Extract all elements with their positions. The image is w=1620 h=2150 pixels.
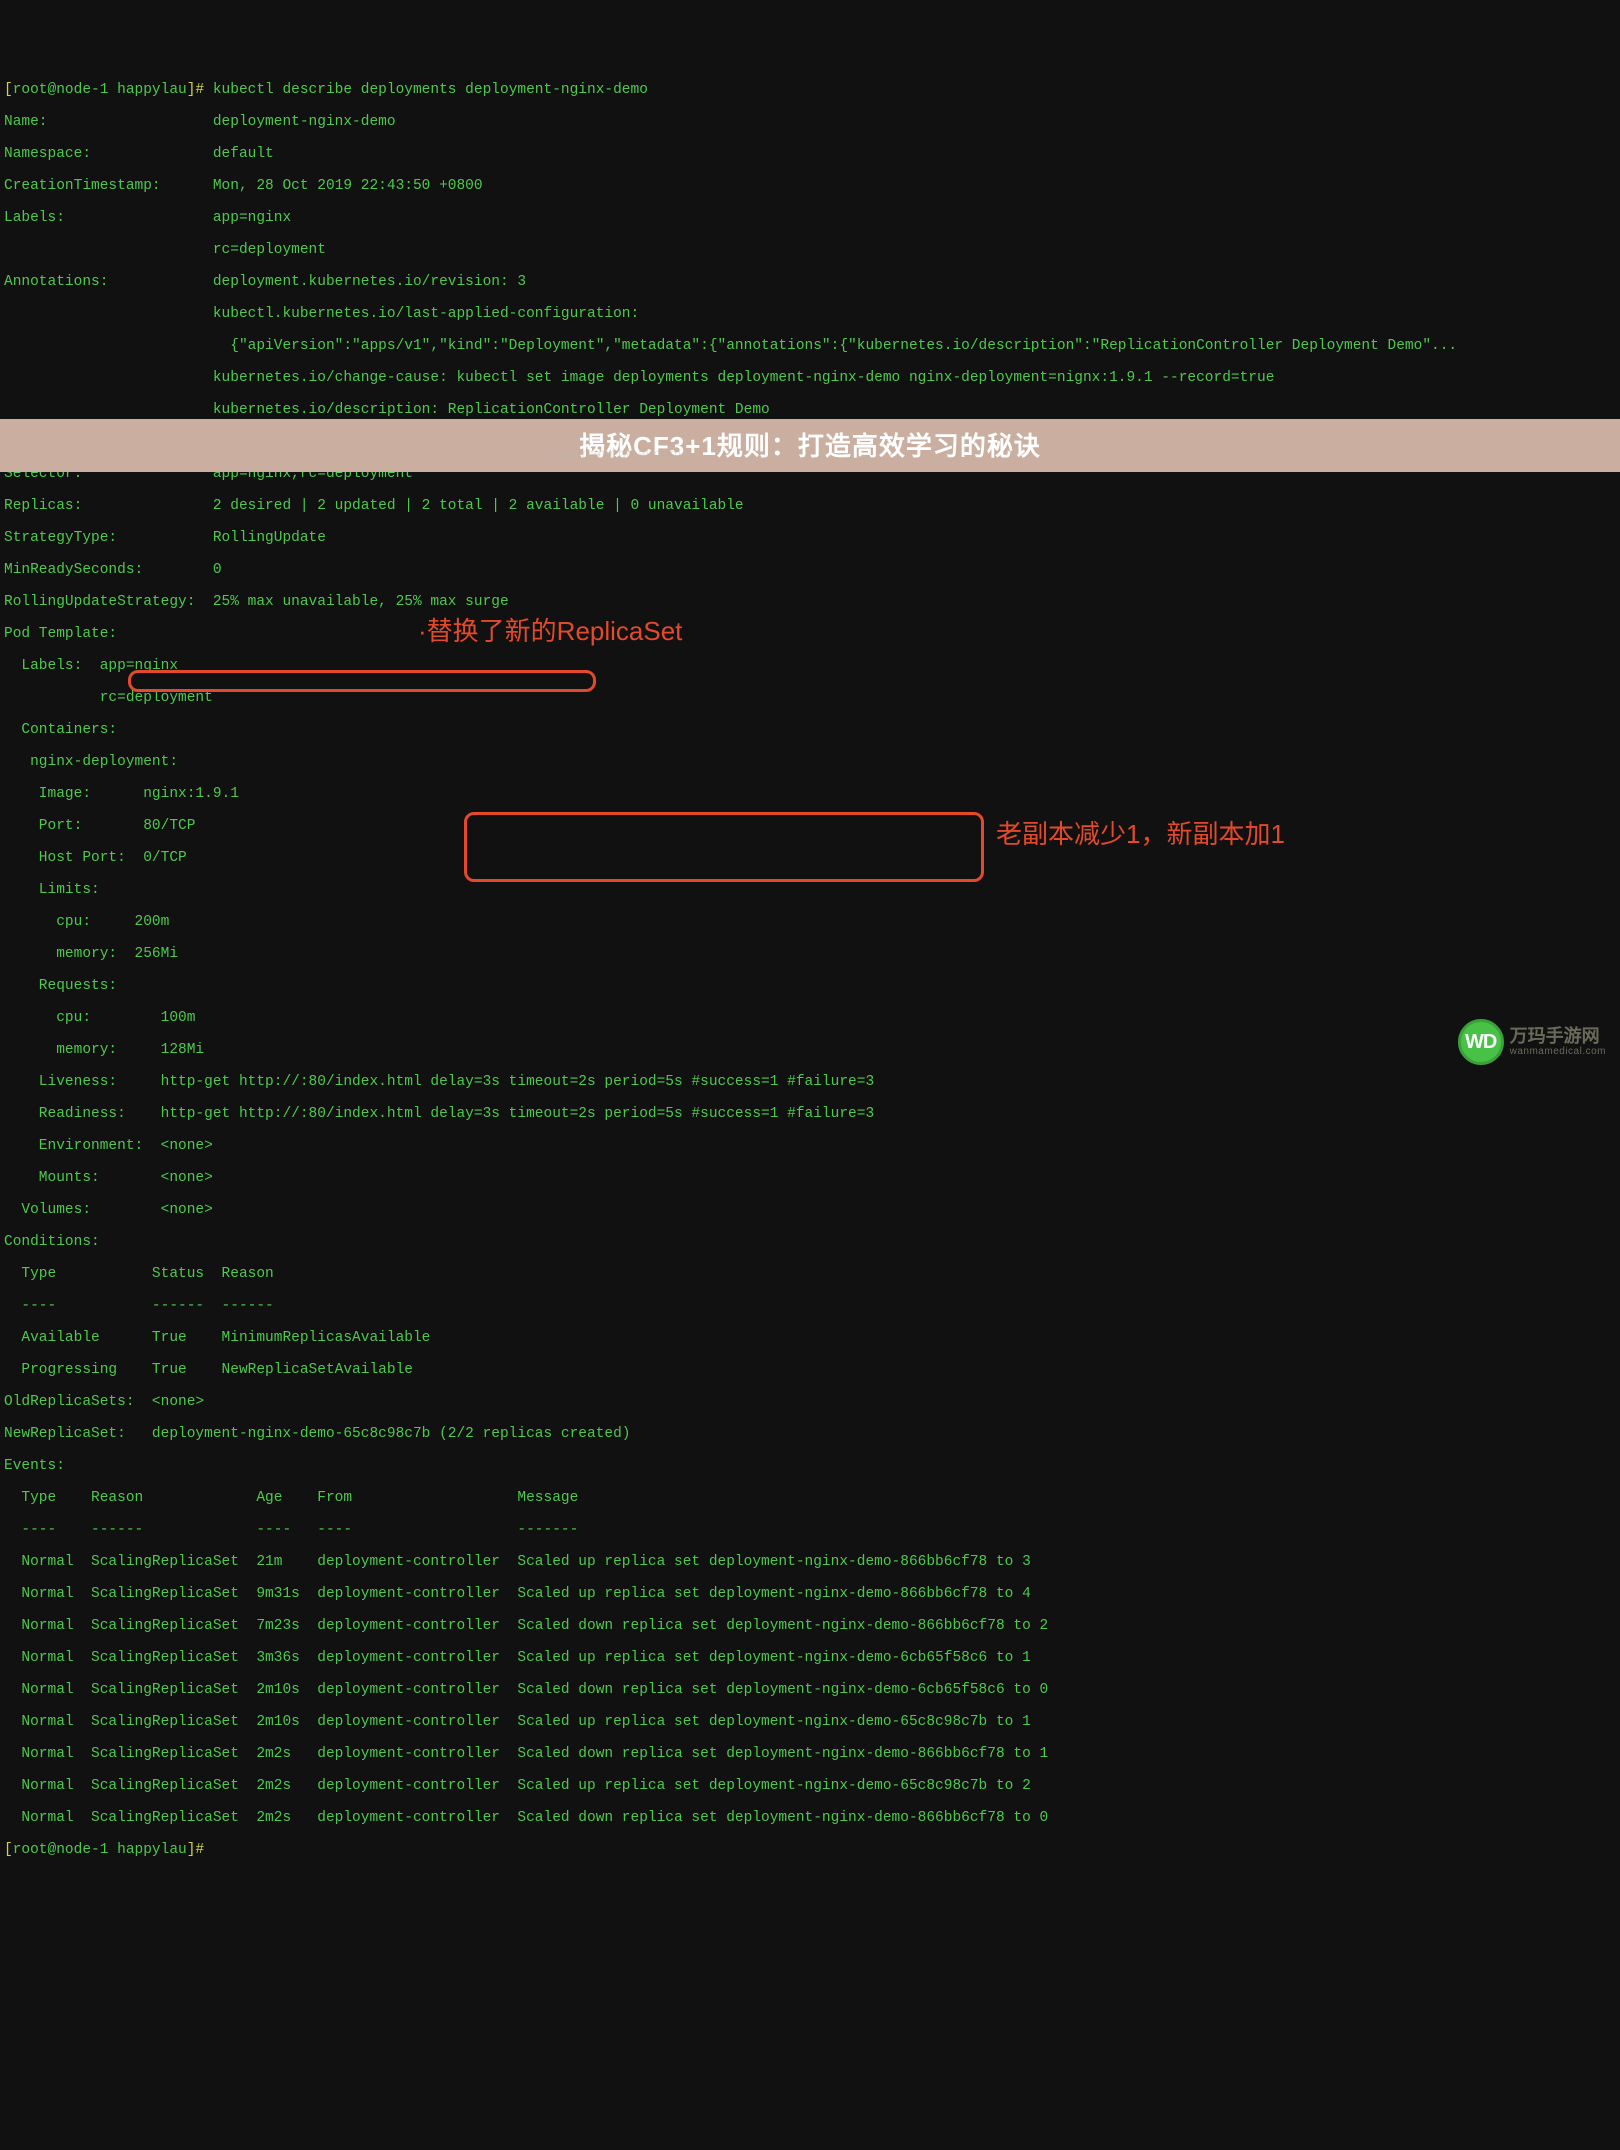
output-line: Conditions: (4, 1234, 1616, 1250)
output-line: Liveness: http-get http://:80/index.html… (4, 1074, 1616, 1090)
prompt-close: ]# (187, 1842, 213, 1858)
output-line: nginx-deployment: (4, 754, 1616, 770)
output-line: Environment: <none> (4, 1138, 1616, 1154)
output-line: Volumes: <none> (4, 1202, 1616, 1218)
output-line: Namespace: default (4, 146, 1616, 162)
output-line: Host Port: 0/TCP (4, 850, 1616, 866)
output-line: memory: 128Mi (4, 1042, 1616, 1058)
output-line: Containers: (4, 722, 1616, 738)
annotation-old-new-replicas: 老副本减少1，新副本加1 (996, 826, 1285, 842)
output-line: Type Reason Age From Message (4, 1490, 1616, 1506)
watermark: WD 万玛手游网 wanmamedical.com (1458, 1019, 1606, 1065)
output-line: Normal ScalingReplicaSet 2m10s deploymen… (4, 1714, 1616, 1730)
output-line: kubectl.kubernetes.io/last-applied-confi… (4, 306, 1616, 322)
annotation-text: 替换了新的ReplicaSet (427, 616, 683, 646)
watermark-text: 万玛手游网 wanmamedical.com (1510, 1027, 1606, 1058)
output-line: ---- ------ ---- ---- ------- (4, 1522, 1616, 1538)
output-line: Available True MinimumReplicasAvailable (4, 1330, 1616, 1346)
output-line: RollingUpdateStrategy: 25% max unavailab… (4, 594, 1616, 610)
terminal[interactable]: [root@node-1 happylau]# kubectl describe… (0, 64, 1620, 1876)
prompt-userhost: root@node-1 happylau (13, 1842, 187, 1858)
output-line: Labels: app=nginx (4, 210, 1616, 226)
output-line: CreationTimestamp: Mon, 28 Oct 2019 22:4… (4, 178, 1616, 194)
output-line: rc=deployment (4, 690, 1616, 706)
output-line: Requests: (4, 978, 1616, 994)
output-line: StrategyType: RollingUpdate (4, 530, 1616, 546)
watermark-cn: 万玛手游网 (1510, 1027, 1606, 1047)
annotation-text: 老副本减少1，新副本加1 (996, 819, 1285, 849)
output-line: MinReadySeconds: 0 (4, 562, 1616, 578)
output-line: ---- ------ ------ (4, 1298, 1616, 1314)
output-line: Normal ScalingReplicaSet 2m2s deployment… (4, 1778, 1616, 1794)
annotation-replace-replicaset: ·替换了新的ReplicaSet (418, 623, 682, 639)
output-line: OldReplicaSets: <none> (4, 1394, 1616, 1410)
output-line: kubernetes.io/description: ReplicationCo… (4, 402, 1616, 418)
faint-watermark: wanmamedical.com (550, 445, 682, 461)
output-line: Normal ScalingReplicaSet 2m10s deploymen… (4, 1682, 1616, 1698)
output-line: Normal ScalingReplicaSet 3m36s deploymen… (4, 1650, 1616, 1666)
output-line: Port: 80/TCP (4, 818, 1616, 834)
output-line: cpu: 200m (4, 914, 1616, 930)
prompt-open: [ (4, 1842, 13, 1858)
output-line: Normal ScalingReplicaSet 2m2s deployment… (4, 1746, 1616, 1762)
output-line: {"apiVersion":"apps/v1","kind":"Deployme… (4, 338, 1616, 354)
output-line: rc=deployment (4, 242, 1616, 258)
output-line: Limits: (4, 882, 1616, 898)
watermark-en: wanmamedical.com (1510, 1046, 1606, 1057)
output-line: kubernetes.io/change-cause: kubectl set … (4, 370, 1616, 386)
output-line: Normal ScalingReplicaSet 2m2s deployment… (4, 1810, 1616, 1826)
output-line: memory: 256Mi (4, 946, 1616, 962)
output-line: Replicas: 2 desired | 2 updated | 2 tota… (4, 498, 1616, 514)
output-line: cpu: 100m (4, 1010, 1616, 1026)
output-line: Mounts: <none> (4, 1170, 1616, 1186)
output-line: Annotations: deployment.kubernetes.io/re… (4, 274, 1616, 290)
command: kubectl describe deployments deployment-… (213, 82, 648, 98)
overlay-banner: 揭秘CF3+1规则：打造高效学习的秘诀 (0, 419, 1620, 472)
output-line: Type Status Reason (4, 1266, 1616, 1282)
prompt-close: ]# (187, 82, 213, 98)
output-line: Name: deployment-nginx-demo (4, 114, 1616, 130)
prompt-open: [ (4, 82, 13, 98)
output-line: NewReplicaSet: deployment-nginx-demo-65c… (4, 1426, 1616, 1442)
prompt-userhost: root@node-1 happylau (13, 82, 187, 98)
watermark-badge-icon: WD (1458, 1019, 1504, 1065)
bullet-icon: · (418, 616, 427, 646)
output-line: Image: nginx:1.9.1 (4, 786, 1616, 802)
output-line: Normal ScalingReplicaSet 7m23s deploymen… (4, 1618, 1616, 1634)
output-line: Labels: app=nginx (4, 658, 1616, 674)
prompt-line: [root@node-1 happylau]# (4, 1842, 1616, 1858)
output-line: Events: (4, 1458, 1616, 1474)
output-line: Pod Template: (4, 626, 1616, 642)
output-line: Normal ScalingReplicaSet 21m deployment-… (4, 1554, 1616, 1570)
output-line: Normal ScalingReplicaSet 9m31s deploymen… (4, 1586, 1616, 1602)
output-line: Progressing True NewReplicaSetAvailable (4, 1362, 1616, 1378)
output-line: Readiness: http-get http://:80/index.htm… (4, 1106, 1616, 1122)
prompt-line: [root@node-1 happylau]# kubectl describe… (4, 82, 1616, 98)
